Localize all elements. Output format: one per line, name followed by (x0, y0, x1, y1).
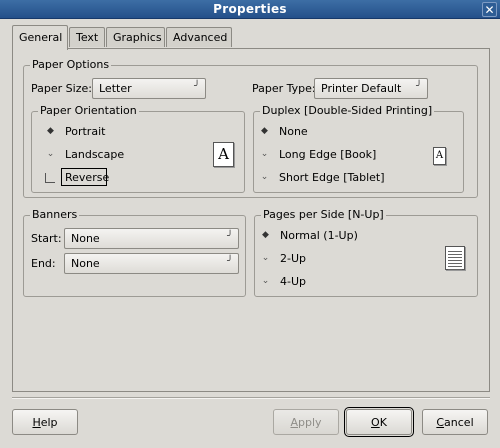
radio-selected-icon: ◆ (47, 126, 54, 136)
duplex-long-edge-radio[interactable]: ⌄ Long Edge [Book] (259, 148, 379, 162)
checkbox-unchecked-icon (45, 173, 55, 183)
nup-4-radio[interactable]: ⌄ 4-Up (260, 275, 340, 289)
paper-size-combo[interactable]: Letter ╯ (92, 78, 206, 99)
portrait-preview-icon: A (213, 142, 234, 167)
tab-advanced[interactable]: Advanced (166, 27, 232, 47)
nup-preview-icon (445, 246, 465, 270)
banner-end-value: None (71, 257, 100, 270)
nup-legend: Pages per Side [N-Up] (261, 208, 386, 221)
ok-button[interactable]: OK (344, 407, 414, 437)
help-button[interactable]: Help (12, 409, 78, 435)
banner-end-label: End: (31, 257, 56, 270)
duplex-preview-glyph: A (435, 150, 444, 161)
radio-unselected-icon: ⌄ (260, 149, 269, 159)
paper-options-legend: Paper Options (30, 58, 112, 71)
nup-frame: Pages per Side [N-Up] ◆ Normal (1-Up) ⌄ … (254, 208, 478, 297)
reverse-label: Reverse (61, 168, 109, 186)
banners-frame: Banners Start: None ╯ End: None ╯ (23, 208, 246, 297)
radio-unselected-icon: ⌄ (261, 276, 270, 286)
combo-arrow-icon: ╯ (226, 256, 233, 267)
tab-graphics[interactable]: Graphics (106, 27, 165, 47)
close-icon[interactable]: ✕ (482, 2, 497, 17)
duplex-frame: Duplex [Double-Sided Printing] ◆ None ⌄ … (253, 104, 464, 193)
banner-start-label: Start: (31, 232, 62, 245)
duplex-none-label: None (279, 125, 308, 138)
paper-size-label: Paper Size: (31, 82, 92, 95)
banner-end-combo[interactable]: None ╯ (64, 253, 239, 274)
cancel-mnemonic: C (436, 416, 445, 429)
tab-text[interactable]: Text (69, 27, 105, 47)
nup-4-label: 4-Up (280, 275, 307, 288)
tab-general[interactable]: General (12, 25, 68, 50)
ok-label: K (379, 416, 387, 429)
properties-dialog: Properties ✕ General Text Graphics Advan… (0, 0, 500, 448)
tab-graphics-label: Graphics (113, 31, 162, 44)
paper-type-label: Paper Type: (252, 82, 316, 95)
paper-orientation-legend: Paper Orientation (38, 104, 139, 117)
paper-type-value: Printer Default (321, 82, 402, 95)
apply-mnemonic: A (290, 416, 298, 429)
combo-arrow-icon: ╯ (226, 231, 233, 242)
duplex-preview-icon: A (433, 147, 446, 165)
duplex-long-edge-label: Long Edge [Book] (279, 148, 377, 161)
radio-selected-icon: ◆ (261, 126, 268, 136)
radio-selected-icon: ◆ (262, 230, 269, 240)
tab-advanced-label: Advanced (173, 31, 228, 44)
banner-start-value: None (71, 232, 100, 245)
nup-1-label: Normal (1-Up) (280, 229, 358, 242)
window-title: Properties (213, 2, 287, 16)
duplex-short-edge-label: Short Edge [Tablet] (279, 171, 385, 184)
nup-2-label: 2-Up (280, 252, 307, 265)
banners-legend: Banners (30, 208, 80, 221)
cancel-button[interactable]: Cancel (422, 409, 488, 435)
paper-size-value: Letter (99, 82, 132, 95)
help-label: elp (40, 416, 58, 429)
tab-panel-general: Paper Options Paper Size: Letter ╯ Paper… (12, 48, 490, 392)
duplex-legend: Duplex [Double-Sided Printing] (260, 104, 435, 117)
radio-unselected-icon: ⌄ (261, 253, 270, 263)
tab-general-label: General (19, 31, 63, 44)
landscape-radio[interactable]: ⌄ Landscape (45, 148, 135, 162)
apply-button[interactable]: Apply (273, 409, 339, 435)
landscape-label: Landscape (65, 148, 125, 161)
nup-1-radio[interactable]: ◆ Normal (1-Up) (260, 229, 380, 243)
help-mnemonic: H (32, 416, 41, 429)
paper-orientation-frame: Paper Orientation ◆ Portrait ⌄ Landscape… (31, 104, 245, 193)
paper-type-combo[interactable]: Printer Default ╯ (314, 78, 428, 99)
combo-arrow-icon: ╯ (415, 81, 422, 92)
duplex-none-radio[interactable]: ◆ None (259, 125, 379, 139)
cancel-label: ancel (444, 416, 474, 429)
paper-options-frame: Paper Options Paper Size: Letter ╯ Paper… (23, 58, 478, 198)
banner-start-combo[interactable]: None ╯ (64, 228, 239, 249)
duplex-short-edge-radio[interactable]: ⌄ Short Edge [Tablet] (259, 171, 389, 185)
title-bar[interactable]: Properties ✕ (0, 0, 500, 19)
portrait-preview-glyph: A (218, 145, 229, 163)
apply-label: pply (298, 416, 322, 429)
tab-text-label: Text (76, 31, 99, 44)
ok-mnemonic: O (371, 416, 380, 429)
button-separator (12, 397, 490, 399)
radio-unselected-icon: ⌄ (46, 149, 55, 159)
combo-arrow-icon: ╯ (193, 81, 200, 92)
portrait-radio[interactable]: ◆ Portrait (45, 125, 135, 139)
portrait-label: Portrait (65, 125, 106, 138)
radio-unselected-icon: ⌄ (260, 172, 269, 182)
reverse-checkbox[interactable]: Reverse (45, 168, 125, 186)
nup-2-radio[interactable]: ⌄ 2-Up (260, 252, 340, 266)
